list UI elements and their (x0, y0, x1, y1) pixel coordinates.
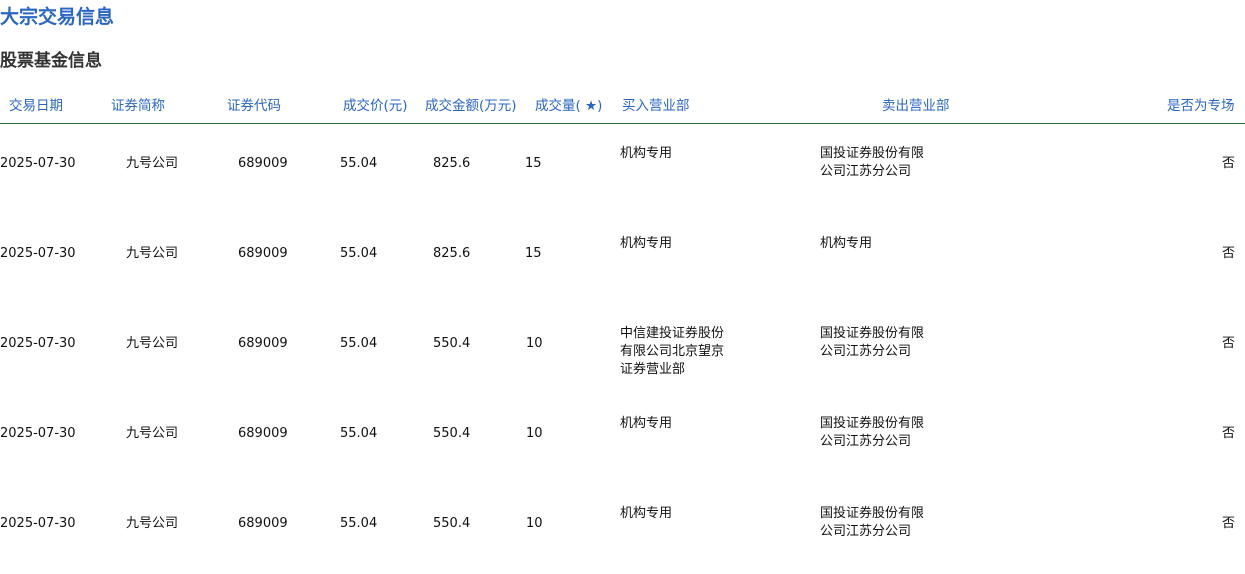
cell-volume: 15 (525, 156, 542, 171)
cell-special: 否 (1222, 426, 1236, 441)
sell-branch-line: 国投证券股份有限 (820, 326, 925, 341)
sell-branch-line: 公司江苏分公司 (820, 524, 912, 539)
cell-sell-branch: 国投证券股份有限 公司江苏分公司 (820, 415, 924, 451)
table-row: 2025-07-30 九号公司 689009 55.04 550.4 10 中信… (0, 304, 1245, 394)
cell-security-code: 689009 (238, 336, 288, 351)
table-row: 2025-07-30 九号公司 689009 55.04 550.4 10 机构… (0, 484, 1245, 574)
sell-branch-line: 公司江苏分公司 (820, 164, 912, 179)
block-trade-table: 交易日期 证券简称 证券代码 成交价(元) 成交金额(万元) 成交量( ★) 买… (0, 92, 1245, 574)
cell-amount: 825.6 (433, 246, 471, 261)
buy-branch-line: 中信建投证券股份 (620, 326, 725, 341)
page-title: 大宗交易信息 (0, 6, 115, 28)
cell-trade-date: 2025-07-30 (0, 246, 76, 261)
cell-buy-branch: 机构专用 (620, 505, 672, 523)
header-security-code[interactable]: 证券代码 (227, 98, 281, 114)
cell-special: 否 (1222, 246, 1236, 261)
header-buy-branch[interactable]: 买入营业部 (622, 98, 690, 114)
sell-branch-line: 公司江苏分公司 (820, 344, 912, 359)
cell-volume: 15 (525, 246, 542, 261)
header-amount[interactable]: 成交金额(万元) (425, 98, 517, 114)
cell-security-name[interactable]: 九号公司 (126, 245, 178, 263)
cell-price: 55.04 (340, 516, 378, 531)
cell-special: 否 (1222, 336, 1236, 351)
cell-trade-date: 2025-07-30 (0, 156, 76, 171)
cell-sell-branch: 国投证券股份有限 公司江苏分公司 (820, 505, 924, 541)
cell-volume: 10 (526, 426, 543, 441)
header-trade-date[interactable]: 交易日期 (9, 98, 63, 114)
header-special[interactable]: 是否为专场 (1167, 98, 1235, 114)
cell-sell-branch: 国投证券股份有限 公司江苏分公司 (820, 325, 924, 361)
table-row: 2025-07-30 九号公司 689009 55.04 825.6 15 机构… (0, 124, 1245, 214)
buy-branch-line: 有限公司北京望京 (620, 344, 725, 359)
cell-security-name[interactable]: 九号公司 (126, 335, 178, 353)
buy-branch-line: 证券营业部 (620, 362, 686, 377)
cell-amount: 550.4 (433, 516, 471, 531)
cell-security-code: 689009 (238, 246, 288, 261)
cell-security-code: 689009 (238, 156, 288, 171)
cell-security-name[interactable]: 九号公司 (126, 155, 178, 173)
cell-buy-branch: 机构专用 (620, 415, 672, 433)
cell-volume: 10 (526, 336, 543, 351)
cell-price: 55.04 (340, 426, 378, 441)
cell-security-code: 689009 (238, 516, 288, 531)
header-sell-branch[interactable]: 卖出营业部 (882, 98, 950, 114)
header-security-name[interactable]: 证券简称 (111, 98, 165, 114)
sell-branch-line: 国投证券股份有限 (820, 146, 925, 161)
table-row: 2025-07-30 九号公司 689009 55.04 550.4 10 机构… (0, 394, 1245, 484)
section-title: 股票基金信息 (0, 51, 102, 71)
header-volume[interactable]: 成交量( ★) (535, 98, 602, 114)
cell-amount: 550.4 (433, 336, 471, 351)
buy-branch-line: 机构专用 (620, 146, 673, 161)
sell-branch-line: 公司江苏分公司 (820, 434, 912, 449)
cell-security-code: 689009 (238, 426, 288, 441)
cell-volume: 10 (526, 516, 543, 531)
cell-trade-date: 2025-07-30 (0, 336, 76, 351)
cell-special: 否 (1222, 156, 1236, 171)
cell-special: 否 (1222, 516, 1236, 531)
cell-amount: 550.4 (433, 426, 471, 441)
buy-branch-line: 机构专用 (620, 236, 673, 251)
cell-buy-branch: 中信建投证券股份 有限公司北京望京 证券营业部 (620, 325, 724, 379)
buy-branch-line: 机构专用 (620, 506, 673, 521)
cell-buy-branch: 机构专用 (620, 235, 672, 253)
cell-sell-branch: 机构专用 (820, 235, 872, 253)
cell-trade-date: 2025-07-30 (0, 426, 76, 441)
cell-sell-branch: 国投证券股份有限 公司江苏分公司 (820, 145, 924, 181)
table-row: 2025-07-30 九号公司 689009 55.04 825.6 15 机构… (0, 214, 1245, 304)
sell-branch-line: 国投证券股份有限 (820, 506, 925, 521)
buy-branch-line: 机构专用 (620, 416, 673, 431)
cell-security-name[interactable]: 九号公司 (126, 425, 178, 443)
sell-branch-line: 机构专用 (820, 236, 873, 251)
cell-price: 55.04 (340, 156, 378, 171)
cell-price: 55.04 (340, 336, 378, 351)
table-body: 2025-07-30 九号公司 689009 55.04 825.6 15 机构… (0, 124, 1245, 574)
table-header: 交易日期 证券简称 证券代码 成交价(元) 成交金额(万元) 成交量( ★) 买… (0, 92, 1245, 124)
sell-branch-line: 国投证券股份有限 (820, 416, 925, 431)
cell-trade-date: 2025-07-30 (0, 516, 76, 531)
cell-amount: 825.6 (433, 156, 471, 171)
cell-security-name[interactable]: 九号公司 (126, 515, 178, 533)
cell-price: 55.04 (340, 246, 378, 261)
header-price[interactable]: 成交价(元) (343, 98, 408, 114)
cell-buy-branch: 机构专用 (620, 145, 672, 163)
